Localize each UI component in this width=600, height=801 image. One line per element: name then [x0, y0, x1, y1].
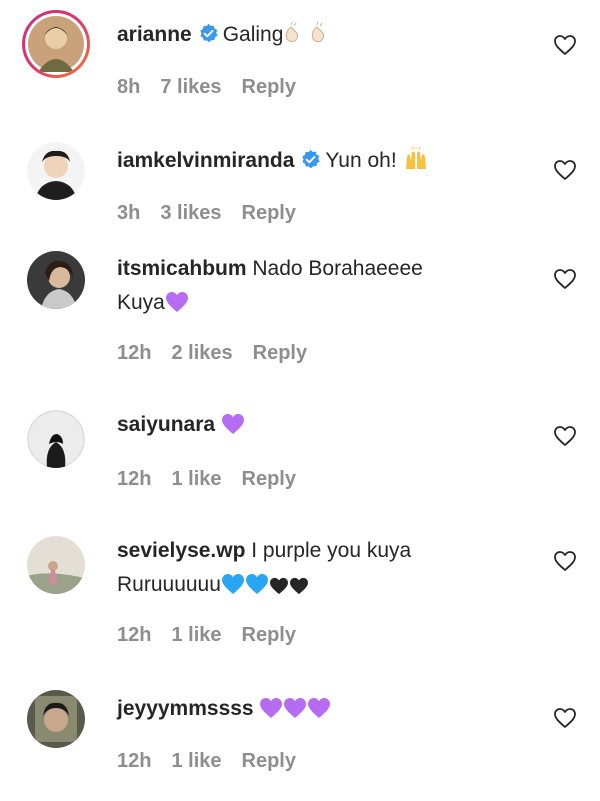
avatar[interactable]: [27, 251, 85, 309]
comment-likes[interactable]: 1 like: [171, 750, 221, 772]
comment-time: 12h: [117, 468, 152, 490]
comment-body: I purple you kuya: [251, 539, 412, 562]
comment-username[interactable]: iamkelvinmiranda: [117, 149, 294, 172]
comment-meta: 12h 1 like Reply: [117, 750, 316, 773]
like-heart-icon[interactable]: [553, 707, 577, 729]
purple-heart-icon: [259, 696, 283, 730]
like-heart-icon[interactable]: [553, 425, 577, 447]
comment-username[interactable]: sevielyse.wp: [117, 539, 245, 562]
reply-button[interactable]: Reply: [242, 468, 296, 490]
verified-badge-icon: [302, 149, 321, 169]
avatar[interactable]: [27, 410, 85, 468]
comment-likes[interactable]: 3 likes: [160, 202, 221, 224]
avatar[interactable]: [22, 10, 90, 78]
like-heart-icon[interactable]: [553, 159, 577, 181]
comment-time: 3h: [117, 202, 141, 224]
like-heart-icon[interactable]: [553, 550, 577, 572]
purple-heart-icon: [283, 696, 307, 730]
comment-text: itsmicahbum Nado Borahaeeee Kuya: [117, 252, 517, 324]
comment-likes[interactable]: 7 likes: [160, 76, 221, 98]
reply-button[interactable]: Reply: [242, 624, 296, 646]
black-heart-icon: [289, 572, 309, 606]
reply-button[interactable]: Reply: [242, 750, 296, 772]
comment-text: sevielyse.wp I purple you kuya Ruruuuuuu: [117, 534, 517, 606]
comment-likes[interactable]: 2 likes: [171, 342, 232, 364]
comment-time: 12h: [117, 624, 152, 646]
purple-heart-icon: [165, 290, 189, 324]
clapping-hands-icon: [309, 21, 335, 56]
clapping-hands-icon: [283, 21, 309, 56]
reply-button[interactable]: Reply: [253, 342, 307, 364]
avatar[interactable]: [27, 142, 85, 200]
comment-body: Galing: [222, 23, 284, 46]
comment-username[interactable]: jeyyymmssss: [117, 697, 254, 720]
reply-button[interactable]: Reply: [242, 202, 296, 224]
raising-hands-icon: [403, 146, 429, 182]
comment-text: saiyunara: [117, 408, 517, 446]
avatar[interactable]: [27, 690, 85, 748]
black-heart-icon: [269, 572, 289, 606]
comment-meta: 8h 7 likes Reply: [117, 76, 316, 99]
comment-body-line2: Kuya: [117, 291, 165, 314]
comment-meta: 12h 2 likes Reply: [117, 342, 327, 365]
avatar[interactable]: [27, 536, 85, 594]
blue-heart-icon: [221, 572, 245, 606]
comment-text: jeyyymmssss: [117, 692, 517, 730]
purple-heart-icon: [221, 412, 245, 446]
comment-body-line2: Ruruuuuuu: [117, 573, 221, 596]
comment-likes[interactable]: 1 like: [171, 468, 221, 490]
comment-likes[interactable]: 1 like: [171, 624, 221, 646]
reply-button[interactable]: Reply: [242, 76, 296, 98]
comment-meta: 3h 3 likes Reply: [117, 202, 316, 225]
comment-username[interactable]: saiyunara: [117, 413, 215, 436]
comment-time: 8h: [117, 76, 141, 98]
verified-badge-icon: [199, 23, 218, 43]
comment-text: arianne Galing: [117, 18, 517, 56]
comment-time: 12h: [117, 342, 152, 364]
comment-username[interactable]: arianne: [117, 23, 192, 46]
like-heart-icon[interactable]: [553, 34, 577, 56]
comment-meta: 12h 1 like Reply: [117, 468, 316, 491]
comment-meta: 12h 1 like Reply: [117, 624, 316, 647]
comment-text: iamkelvinmiranda Yun oh!: [117, 144, 517, 182]
comment-username[interactable]: itsmicahbum: [117, 257, 247, 280]
like-heart-icon[interactable]: [553, 268, 577, 290]
comment-body: Yun oh!: [325, 149, 397, 172]
purple-heart-icon: [307, 696, 331, 730]
comment-body: Nado Borahaeeee: [252, 257, 423, 280]
blue-heart-icon: [245, 572, 269, 606]
comment-time: 12h: [117, 750, 152, 772]
